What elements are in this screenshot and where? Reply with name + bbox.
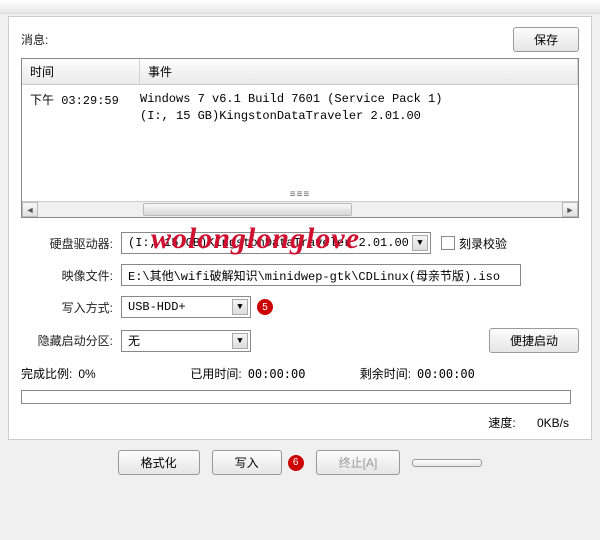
drive-value: (I:, 15 GB)KingstonDataTraveler 2.01.00 [128,236,409,250]
image-input[interactable] [121,264,521,286]
write-mode-label: 写入方式: [21,299,121,316]
abort-button[interactable]: 终止[A] [316,450,401,475]
progress-bar [21,390,571,404]
hide-label: 隐藏启动分区: [21,332,121,349]
scroll-left-icon[interactable]: ◄ [22,202,38,217]
progress-value: 0% [78,367,138,381]
speed-label: 速度: [488,416,515,430]
scroll-thumb[interactable] [143,203,353,216]
progress-label: 完成比例: [21,365,72,382]
hide-select[interactable]: 无 ▼ [121,330,251,352]
scroll-right-icon[interactable]: ► [562,202,578,217]
write-mode-select[interactable]: USB-HDD+ ▼ [121,296,251,318]
resize-grip-icon: ≡≡≡ [290,189,311,200]
verify-label: 刻录校验 [459,235,507,252]
window-titlebar [0,0,600,14]
main-dialog: 消息: 保存 时间 事件 下午 03:29:59 Windows 7 v6.1 … [8,16,592,440]
write-mode-value: USB-HDD+ [128,300,186,314]
bottom-button-bar: 格式化 写入 6 终止[A] [0,450,600,475]
blank-button[interactable] [412,459,482,467]
image-label: 映像文件: [21,267,121,284]
chevron-down-icon: ▼ [232,333,248,349]
scrollbar-horizontal[interactable]: ◄ ► [22,201,578,217]
drive-label: 硬盘驱动器: [21,235,121,252]
chevron-down-icon: ▼ [232,299,248,315]
annotation-5: 5 [257,299,273,315]
log-row: 下午 03:29:59 Windows 7 v6.1 Build 7601 (S… [22,85,578,131]
log-col-event[interactable]: 事件 [140,59,578,84]
hide-value: 无 [128,332,140,349]
chevron-down-icon: ▼ [412,235,428,251]
log-col-time[interactable]: 时间 [22,59,140,84]
save-button[interactable]: 保存 [513,27,579,52]
log-time: 下午 03:29:59 [22,91,140,125]
format-button[interactable]: 格式化 [118,450,200,475]
elapsed-value: 00:00:00 [248,367,318,381]
portable-boot-button[interactable]: 便捷启动 [489,328,579,353]
elapsed-label: 已用时间: [190,365,241,382]
write-button[interactable]: 写入 [212,450,282,475]
log-event: Windows 7 v6.1 Build 7601 (Service Pack … [140,91,578,125]
info-label: 消息: [21,31,48,48]
annotation-6: 6 [288,455,304,471]
verify-checkbox[interactable] [441,236,455,250]
speed-value: 0KB/s [519,416,569,430]
remain-value: 00:00:00 [417,367,475,381]
log-panel: 时间 事件 下午 03:29:59 Windows 7 v6.1 Build 7… [21,58,579,218]
remain-label: 剩余时间: [360,365,411,382]
drive-select[interactable]: (I:, 15 GB)KingstonDataTraveler 2.01.00 … [121,232,431,254]
